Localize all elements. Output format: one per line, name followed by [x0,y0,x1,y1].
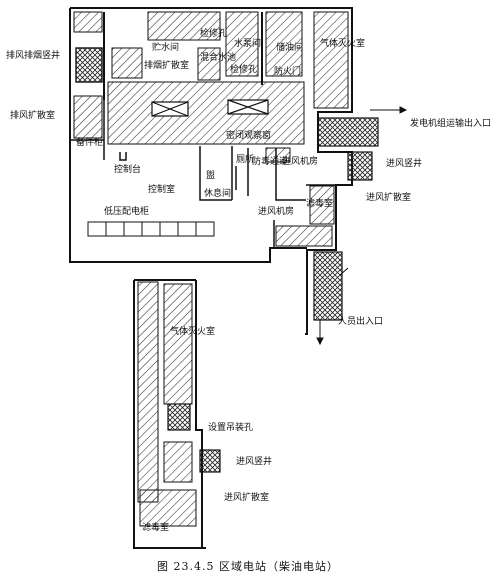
label-fire-door: 防火门 [274,65,301,77]
label-lifting-hole: 设置吊装孔 [208,421,253,433]
label-inspection-hole-1: 检修孔 [200,27,227,39]
label-water-tank: 贮水间 [152,41,179,53]
label-washroom: 盥 [206,169,215,181]
label-intake-expansion: 进风扩散室 [366,191,411,203]
label-console: 控制台 [114,163,141,175]
floor-plan: 排风排烟竖井 排风扩散室 备件柜 贮水间 排烟扩散室 检修孔 检修孔 水泵间 混… [6,7,491,549]
label-spare-parts: 备件柜 [76,136,103,148]
label-oil-store: 储油间 [276,41,303,53]
label-lower-filter-room: 滤毒室 [142,521,169,533]
label-filter-room: 滤毒室 [306,197,333,209]
label-personnel-entrance: 人员出入口 [338,315,383,327]
label-control-room: 控制室 [148,183,175,195]
label-exhaust-expansion: 排风扩散室 [10,109,55,121]
label-low-voltage: 低压配电柜 [104,205,149,217]
label-mixing-pool: 混合水池 [200,51,236,63]
label-lower-intake-shaft: 进风竖井 [236,455,272,467]
label-inspection-hole-2: 检修孔 [230,63,257,75]
label-intake-machine-room-2: 进风机房 [258,205,294,217]
label-lower-gas-extinguish: 气体灭火室 [170,325,215,337]
low-voltage-panels [87,221,215,237]
label-lower-intake-expansion: 进风扩散室 [224,491,269,503]
label-intake-shaft: 进风竖井 [386,157,422,169]
label-smoke-expansion: 排烟扩散室 [144,59,189,71]
exhaust-smoke-shaft [75,47,103,83]
label-water-pump: 水泵间 [234,37,261,49]
label-genset-entrance: 发电机组运输出入口 [410,117,491,129]
label-intake-machine-room-1: 进风机房 [282,155,318,167]
label-exhaust-smoke-shaft: 排风排烟竖井 [6,49,60,61]
label-sealed-window: 密闭观察窗 [226,129,271,141]
figure-caption: 图 23.4.5 区域电站（柴油电站） [157,560,339,573]
label-gas-extinguish: 气体灭火室 [320,37,365,49]
label-rest-room: 休息间 [204,187,231,199]
